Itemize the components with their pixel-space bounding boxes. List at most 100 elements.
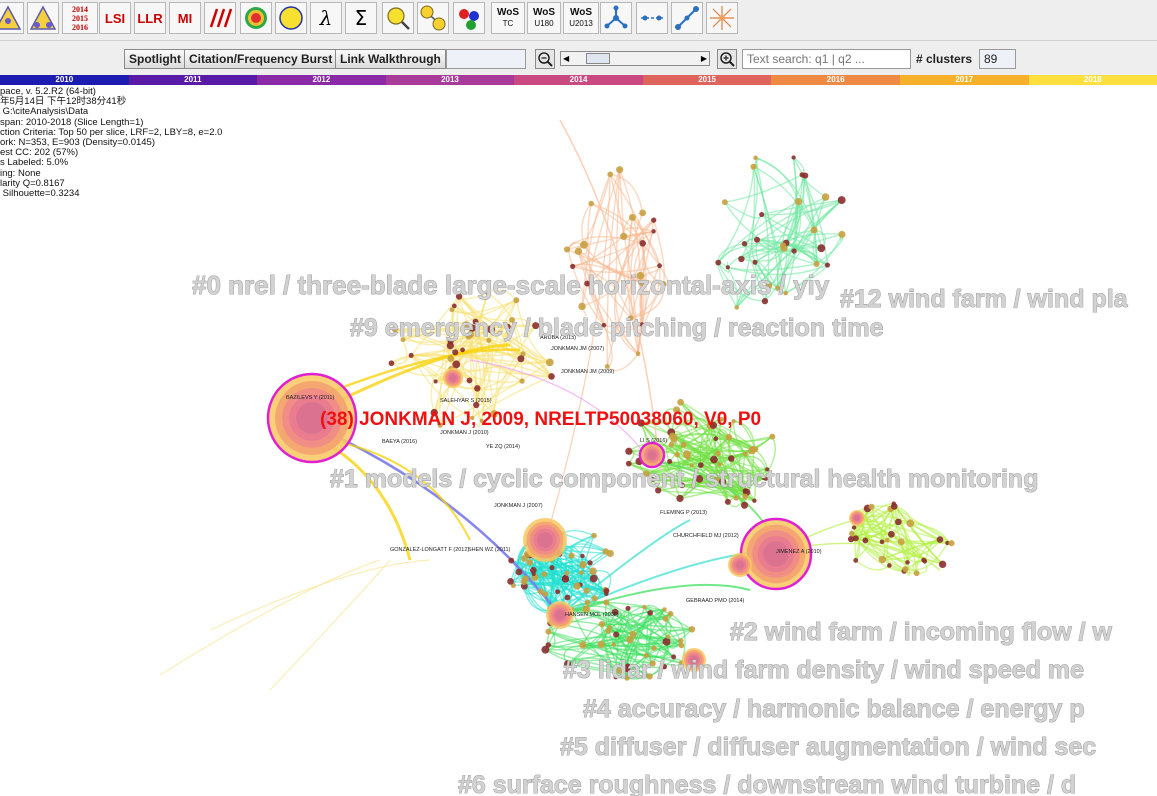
node[interactable] <box>810 226 818 234</box>
node[interactable] <box>542 591 549 597</box>
timeline-years-button[interactable]: 2014 2015 2016 <box>62 2 98 34</box>
wos-tc-button[interactable]: WoS TC <box>491 2 525 34</box>
node[interactable] <box>891 501 896 506</box>
node[interactable] <box>474 385 481 392</box>
node[interactable] <box>667 458 673 465</box>
node[interactable] <box>733 495 739 501</box>
node[interactable] <box>753 155 758 161</box>
node[interactable] <box>611 642 616 647</box>
node[interactable] <box>460 347 465 353</box>
node[interactable] <box>662 637 671 646</box>
node[interactable] <box>674 451 681 458</box>
node[interactable] <box>549 565 555 571</box>
node-label[interactable]: JONKMAN J (2007) <box>494 503 543 509</box>
node[interactable] <box>604 591 609 596</box>
node[interactable] <box>580 240 589 249</box>
node[interactable] <box>408 352 414 358</box>
node[interactable] <box>922 558 928 564</box>
node[interactable] <box>588 200 595 207</box>
rgb-nodes-icon[interactable] <box>453 2 485 34</box>
node[interactable] <box>563 246 571 253</box>
node[interactable] <box>817 244 826 253</box>
node[interactable] <box>602 548 609 555</box>
node[interactable] <box>680 441 687 448</box>
slider-right-arrow[interactable]: ▶ <box>701 54 707 63</box>
node[interactable] <box>938 560 947 569</box>
node[interactable] <box>802 172 809 179</box>
node[interactable] <box>752 446 759 453</box>
node[interactable] <box>452 349 459 356</box>
node-right[interactable] <box>849 510 865 526</box>
node[interactable] <box>526 559 534 566</box>
node[interactable] <box>583 587 590 594</box>
node[interactable] <box>662 607 667 612</box>
node[interactable] <box>853 558 859 563</box>
li-s-node[interactable] <box>638 441 666 469</box>
search-node-icon[interactable] <box>382 2 414 34</box>
node[interactable] <box>573 582 581 590</box>
node[interactable] <box>887 530 895 538</box>
node[interactable] <box>579 560 587 569</box>
node[interactable] <box>837 196 846 205</box>
node[interactable] <box>597 640 605 649</box>
node[interactable] <box>884 537 890 543</box>
sigma-icon[interactable]: Σ <box>345 2 377 34</box>
node[interactable] <box>676 494 684 503</box>
blank-input[interactable] <box>446 49 526 69</box>
node[interactable] <box>589 574 598 583</box>
zoom-out-icon[interactable] <box>535 49 555 69</box>
node[interactable] <box>433 379 438 384</box>
node[interactable] <box>677 398 684 406</box>
node[interactable] <box>519 378 525 384</box>
starburst-icon[interactable] <box>706 2 738 34</box>
zoom-in-icon[interactable] <box>717 49 737 69</box>
node[interactable] <box>742 451 748 457</box>
node[interactable] <box>555 589 561 595</box>
node[interactable] <box>578 302 586 311</box>
yellow-circle-icon[interactable] <box>275 2 307 34</box>
triangle-view-icon[interactable] <box>27 2 59 34</box>
node[interactable] <box>824 262 831 268</box>
node[interactable] <box>580 553 585 559</box>
zoom-slider[interactable]: ◀ ▶ <box>560 51 710 66</box>
node[interactable] <box>639 209 647 217</box>
node[interactable] <box>587 560 593 566</box>
node[interactable] <box>568 552 575 559</box>
node[interactable] <box>517 355 525 363</box>
node[interactable] <box>878 555 887 564</box>
node[interactable] <box>579 641 587 649</box>
node-label[interactable]: BAZILEVS Y (2011) <box>286 395 334 401</box>
node-label[interactable]: JIMENEZ A (2010) <box>776 549 822 555</box>
node[interactable] <box>752 259 758 265</box>
node[interactable] <box>466 377 473 384</box>
node[interactable] <box>791 248 797 254</box>
node[interactable] <box>794 198 803 206</box>
node[interactable] <box>740 501 749 509</box>
node[interactable] <box>605 627 612 634</box>
slashes-icon[interactable] <box>204 2 236 34</box>
node[interactable] <box>651 217 657 223</box>
node[interactable] <box>531 571 536 577</box>
node-label[interactable]: SALEHYAR S (2015) <box>440 398 492 404</box>
node[interactable] <box>887 563 892 568</box>
citation-burst-button[interactable]: Citation/Frequency Burst <box>184 49 338 69</box>
node-label[interactable]: JONKMAN JM (2007) <box>551 346 604 352</box>
node[interactable] <box>449 307 455 313</box>
slider-left-arrow[interactable]: ◀ <box>563 54 569 63</box>
ring-node-icon[interactable] <box>240 2 272 34</box>
node[interactable] <box>620 232 628 240</box>
node[interactable] <box>662 615 669 622</box>
node[interactable] <box>388 360 395 367</box>
node[interactable] <box>821 193 830 201</box>
highlighted-node-label[interactable]: (38) JONKMAN J, 2009, NRELTP50038060, V0… <box>320 409 761 430</box>
node[interactable] <box>589 567 597 576</box>
node[interactable] <box>670 434 678 443</box>
node[interactable] <box>852 535 859 542</box>
node[interactable] <box>754 236 761 243</box>
linked-nodes-icon[interactable] <box>417 2 449 34</box>
node[interactable] <box>725 265 730 270</box>
node-label[interactable]: GONZALEZ-LONGATT F (2012) <box>390 547 469 553</box>
node-label[interactable]: HANSEN MOL (2008) <box>565 612 619 618</box>
node[interactable] <box>715 450 721 457</box>
node[interactable] <box>607 171 614 178</box>
